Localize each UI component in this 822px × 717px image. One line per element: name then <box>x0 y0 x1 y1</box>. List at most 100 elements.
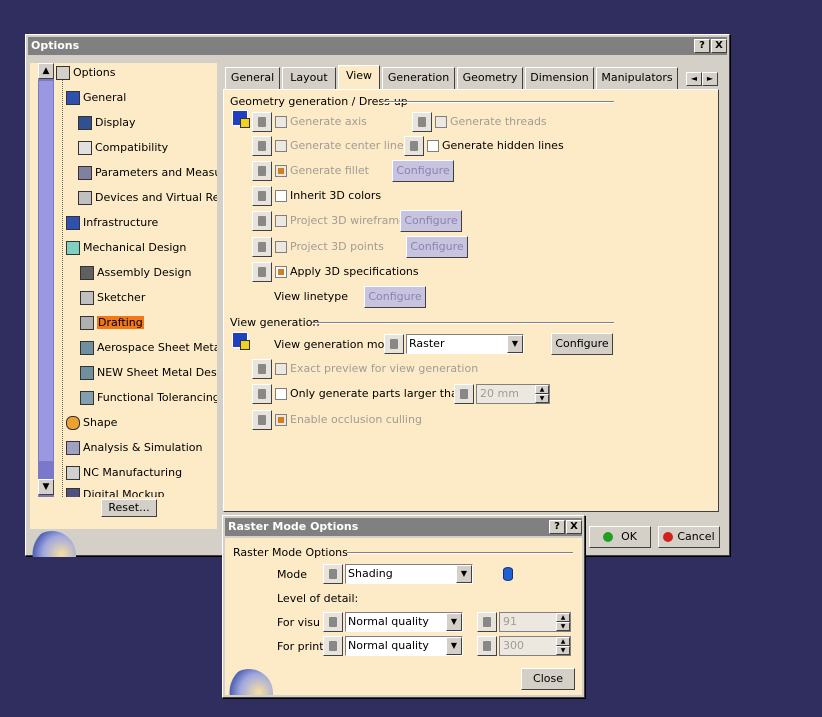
view-generation-configure-button[interactable]: Configure <box>551 333 613 355</box>
tree-item-options[interactable]: Options <box>56 63 115 83</box>
project-3d-points-lock-button[interactable] <box>252 237 272 257</box>
infrastructure-icon <box>66 216 80 230</box>
visu-lock-button[interactable] <box>323 612 343 632</box>
tree-item-infrastructure[interactable]: Infrastructure <box>66 213 158 233</box>
raster-group-divider <box>347 552 573 554</box>
occlusion-lock-button[interactable] <box>252 410 272 430</box>
generate-threads-checkbox[interactable] <box>435 116 447 128</box>
generate-fillet-checkbox[interactable] <box>275 165 287 177</box>
visu-spinner[interactable]: 91 ▲ ▼ <box>499 612 571 632</box>
cancel-button[interactable]: Cancel <box>658 526 720 548</box>
tree-item-nc-manufacturing[interactable]: NC Manufacturing <box>66 463 182 483</box>
raster-mode-select[interactable]: Shading ▼ <box>345 564 473 584</box>
raster-close-x-button[interactable]: X <box>566 520 582 534</box>
raster-mode-lock-button[interactable] <box>323 564 343 584</box>
generate-hidden-lines-checkbox[interactable] <box>427 140 439 152</box>
visu-quality-select[interactable]: Normal quality ▼ <box>345 612 463 632</box>
generate-threads-lock-button[interactable] <box>412 112 432 132</box>
spin-down-icon[interactable]: ▼ <box>556 622 570 631</box>
tree-item-shape[interactable]: Shape <box>66 413 117 433</box>
generate-hidden-lines-lock-button[interactable] <box>404 136 424 156</box>
tab-scroll-left-button[interactable]: ◄ <box>686 72 702 86</box>
chevron-down-icon[interactable]: ▼ <box>456 565 472 583</box>
view-generation-mode-lock-button[interactable] <box>384 334 404 354</box>
generate-axis-lock-button[interactable] <box>252 112 272 132</box>
tab-manipulators[interactable]: Manipulators <box>596 67 678 89</box>
tab-layout[interactable]: Layout <box>282 67 336 89</box>
size-lock-button[interactable] <box>454 384 474 404</box>
tree-item-sheet-metal[interactable]: NEW Sheet Metal Design <box>80 363 217 383</box>
raster-help-button[interactable]: ? <box>549 520 565 534</box>
nc-manufacturing-icon <box>66 466 80 480</box>
spin-up-icon[interactable]: ▲ <box>556 637 570 646</box>
project-3d-wireframe-checkbox[interactable] <box>275 215 287 227</box>
tab-dimension[interactable]: Dimension <box>525 67 594 89</box>
close-button[interactable]: X <box>711 39 727 53</box>
tree-item-assembly-design[interactable]: Assembly Design <box>80 263 192 283</box>
tab-scroll-right-button[interactable]: ► <box>702 72 718 86</box>
only-larger-checkbox[interactable] <box>275 388 287 400</box>
tree-item-compatibility[interactable]: Compatibility <box>78 138 168 158</box>
view-generation-title: View generation <box>230 316 320 329</box>
print-num-lock-button[interactable] <box>477 636 497 656</box>
tree-item-mechanical-design[interactable]: Mechanical Design <box>66 238 186 258</box>
raster-close-button[interactable]: Close <box>521 668 575 690</box>
apply-3d-specifications-checkbox[interactable] <box>275 266 287 278</box>
occlusion-checkbox[interactable] <box>275 414 287 426</box>
fillet-configure-button[interactable]: Configure <box>392 160 454 182</box>
print-spinner[interactable]: 300 ▲ ▼ <box>499 636 571 656</box>
spin-up-icon[interactable]: ▲ <box>535 385 549 394</box>
raster-title-bar[interactable]: Raster Mode Options <box>225 518 582 536</box>
inherit-3d-colors-checkbox[interactable] <box>275 190 287 202</box>
help-button[interactable]: ? <box>694 39 710 53</box>
tree-item-devices[interactable]: Devices and Virtual Realit <box>78 188 217 208</box>
generate-axis-checkbox[interactable] <box>275 116 287 128</box>
tree-item-analysis[interactable]: Analysis & Simulation <box>66 438 203 458</box>
tree-item-general[interactable]: General <box>66 88 126 108</box>
tab-generation[interactable]: Generation <box>382 67 455 89</box>
tree-item-digital-mockup[interactable]: Digital Mockup <box>66 488 164 497</box>
tree-line <box>62 69 63 497</box>
print-lock-button[interactable] <box>323 636 343 656</box>
chevron-down-icon[interactable]: ▼ <box>446 637 462 655</box>
project-3d-wireframe-lock-button[interactable] <box>252 211 272 231</box>
tree-options-icon <box>56 66 70 80</box>
view-generation-mode-select[interactable]: Raster ▼ <box>406 334 524 354</box>
size-spinner[interactable]: 20 mm ▲ ▼ <box>476 384 550 404</box>
tab-view[interactable]: View <box>338 65 380 89</box>
chevron-down-icon[interactable]: ▼ <box>446 613 462 631</box>
visu-num-lock-button[interactable] <box>477 612 497 632</box>
scroll-up-button[interactable]: ▲ <box>38 63 54 79</box>
scroll-down-button[interactable]: ▼ <box>38 479 54 495</box>
generate-center-lines-lock-button[interactable] <box>252 136 272 156</box>
tree-item-aerospace[interactable]: Aerospace Sheet Metal D <box>80 338 217 358</box>
apply-3d-specifications-lock-button[interactable] <box>252 262 272 282</box>
reset-button[interactable]: Reset... <box>101 499 157 517</box>
linetype-configure-button[interactable]: Configure <box>364 286 426 308</box>
project-3d-points-checkbox[interactable] <box>275 241 287 253</box>
spin-down-icon[interactable]: ▼ <box>556 646 570 655</box>
wireframe-configure-button[interactable]: Configure <box>400 210 462 232</box>
scroll-thumb[interactable] <box>39 81 53 461</box>
generate-center-lines-checkbox[interactable] <box>275 140 287 152</box>
inherit-3d-colors-lock-button[interactable] <box>252 186 272 206</box>
exact-preview-lock-button[interactable] <box>252 359 272 379</box>
print-quality-select[interactable]: Normal quality ▼ <box>345 636 463 656</box>
points-configure-button[interactable]: Configure <box>406 236 468 258</box>
generate-fillet-lock-button[interactable] <box>252 161 272 181</box>
tree-item-tolerancing[interactable]: Functional Tolerancing & <box>80 388 217 408</box>
tree-scrollbar[interactable]: ▲ ▼ <box>38 63 54 497</box>
chevron-down-icon[interactable]: ▼ <box>507 335 523 353</box>
options-title-bar[interactable]: Options <box>28 37 727 55</box>
exact-preview-checkbox[interactable] <box>275 363 287 375</box>
only-larger-lock-button[interactable] <box>252 384 272 404</box>
spin-up-icon[interactable]: ▲ <box>556 613 570 622</box>
tree-item-parameters[interactable]: Parameters and Measure <box>78 163 217 183</box>
tree-item-display[interactable]: Display <box>78 113 136 133</box>
spin-down-icon[interactable]: ▼ <box>535 394 549 403</box>
tab-geometry[interactable]: Geometry <box>457 67 523 89</box>
tree-item-sketcher[interactable]: Sketcher <box>80 288 145 308</box>
ok-button[interactable]: OK <box>589 526 651 548</box>
tab-general[interactable]: General <box>225 67 280 89</box>
tree-item-drafting[interactable]: Drafting <box>80 313 144 333</box>
